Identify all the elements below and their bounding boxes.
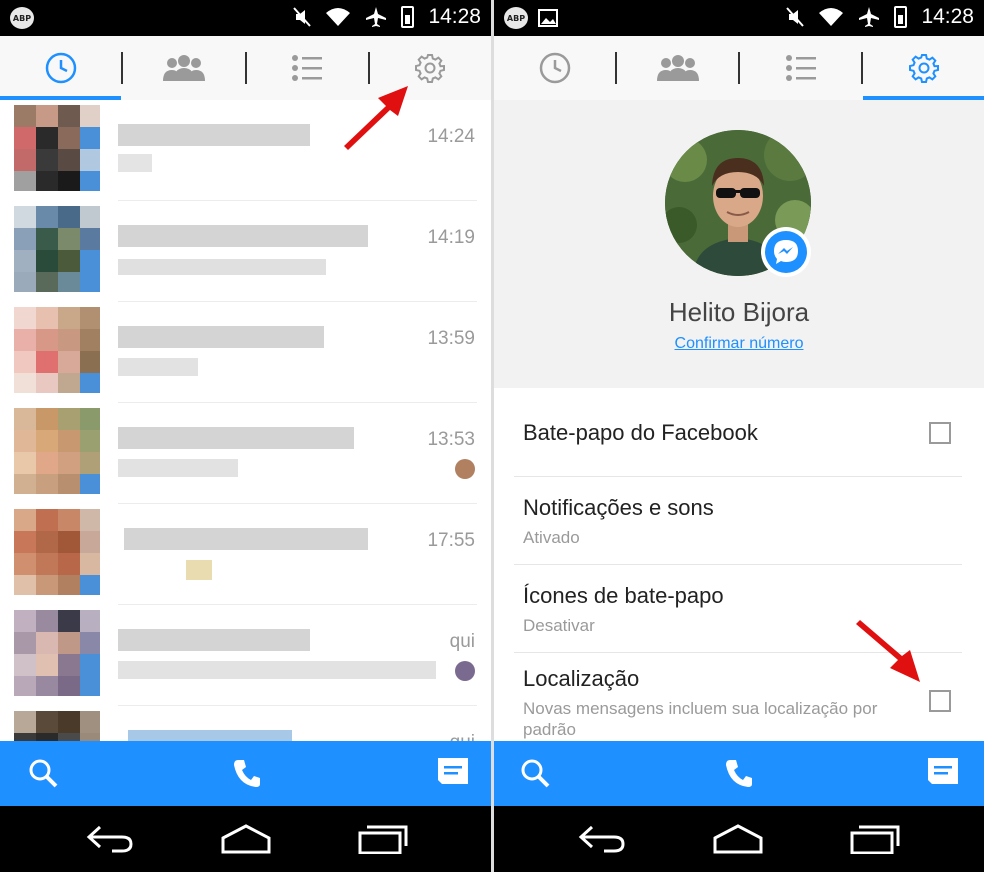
confirm-number-link[interactable]: Confirmar número — [494, 335, 984, 353]
messenger-icon — [774, 240, 798, 264]
settings-list: Bate-papo do Facebook Notificações e son… — [494, 388, 984, 741]
adblock-icon: ABP — [10, 7, 34, 29]
facebook-chat-checkbox[interactable] — [929, 422, 951, 444]
tab-recent[interactable] — [0, 36, 122, 100]
avatar — [14, 509, 100, 595]
conversation-time: qui — [449, 631, 475, 652]
conversation-row[interactable]: 14:19 — [0, 201, 491, 302]
home-icon[interactable] — [220, 824, 272, 854]
system-nav-bar — [494, 806, 984, 872]
bottom-action-bar — [0, 741, 491, 806]
avatar — [14, 711, 100, 741]
conversation-row[interactable]: qui — [0, 605, 491, 706]
status-bar: ABP 14:28 — [0, 0, 491, 36]
phone-icon[interactable] — [725, 758, 753, 788]
conversation-list[interactable]: 14:24 14:19 13:59 13:53 17:55 qui — [0, 100, 491, 741]
conversation-row[interactable]: qui — [0, 706, 491, 741]
system-nav-bar — [0, 806, 491, 872]
setting-facebook-chat[interactable]: Bate-papo do Facebook — [523, 420, 955, 446]
conversation-row[interactable]: 14:24 — [0, 100, 491, 201]
tab-bar — [494, 36, 984, 100]
conversation-time: 14:24 — [427, 126, 475, 147]
mute-icon — [293, 7, 312, 27]
clock-icon — [45, 52, 76, 84]
seen-avatar — [455, 459, 475, 479]
seen-avatar — [455, 661, 475, 681]
conversation-time: 13:53 — [427, 429, 475, 450]
red-arrow-annotation — [856, 620, 920, 682]
tab-recent[interactable] — [494, 36, 615, 100]
people-icon — [656, 55, 699, 81]
conversation-time: 13:59 — [427, 328, 475, 349]
setting-location[interactable]: Localização Novas mensagens incluem sua … — [523, 666, 884, 740]
people-icon — [162, 55, 205, 81]
setting-title: Localização — [523, 666, 640, 691]
location-checkbox[interactable] — [929, 690, 951, 712]
setting-title: Ícones de bate-papo — [523, 583, 724, 608]
status-bar: ABP 14:28 — [494, 0, 984, 36]
tab-people[interactable] — [740, 36, 861, 100]
avatar — [14, 307, 100, 393]
conversation-row[interactable]: 17:55 — [0, 504, 491, 605]
setting-subtitle: Ativado — [523, 528, 580, 547]
conversation-time: qui — [450, 732, 475, 741]
avatar — [14, 610, 100, 696]
conversation-row[interactable]: 13:59 — [0, 302, 491, 403]
left-screen: ABP 14:28 14:24 14:19 13:59 13:53 17:55 … — [0, 0, 491, 872]
right-screen: ABP 14:28 Helito Bijora Confirmar número… — [494, 0, 984, 872]
tab-groups[interactable] — [617, 36, 738, 100]
list-icon — [292, 55, 323, 81]
recents-icon[interactable] — [849, 824, 901, 854]
airplane-icon — [366, 7, 387, 27]
wifi-icon — [326, 8, 351, 26]
red-arrow-annotation — [344, 86, 408, 150]
recents-icon[interactable] — [357, 824, 409, 854]
mute-icon — [786, 7, 805, 27]
image-icon — [538, 9, 558, 27]
conversation-time: 14:19 — [427, 227, 475, 248]
home-icon[interactable] — [712, 824, 764, 854]
gear-icon — [908, 54, 939, 83]
battery-icon — [894, 6, 908, 28]
airplane-icon — [859, 7, 880, 27]
setting-title: Notificações e sons — [523, 495, 714, 520]
messenger-badge — [761, 227, 811, 277]
avatar — [14, 105, 100, 191]
avatar — [14, 408, 100, 494]
setting-notifications[interactable]: Notificações e sons Ativado — [523, 495, 955, 548]
adblock-icon: ABP — [504, 7, 528, 29]
back-icon[interactable] — [578, 824, 626, 854]
conversation-row[interactable]: 13:53 — [0, 403, 491, 504]
conversation-time: 17:55 — [427, 530, 475, 551]
profile-name: Helito Bijora — [668, 297, 810, 327]
setting-subtitle: Novas mensagens incluem sua localização … — [523, 699, 878, 739]
tab-bar — [0, 36, 491, 100]
tab-settings[interactable] — [863, 36, 984, 100]
bottom-action-bar — [494, 741, 984, 806]
tab-groups[interactable] — [123, 36, 244, 100]
compose-icon[interactable] — [928, 758, 958, 784]
setting-title: Bate-papo do Facebook — [523, 420, 758, 445]
profile-header: Helito Bijora Confirmar número — [494, 100, 984, 388]
status-time: 14:28 — [428, 5, 481, 28]
clock-icon — [539, 52, 570, 84]
avatar — [14, 206, 100, 292]
search-icon[interactable] — [28, 758, 58, 788]
back-icon[interactable] — [86, 824, 134, 854]
compose-icon[interactable] — [438, 758, 468, 784]
list-icon — [785, 55, 816, 81]
gear-icon — [415, 54, 446, 83]
battery-icon — [401, 6, 415, 28]
search-icon[interactable] — [520, 758, 550, 788]
wifi-icon — [819, 8, 844, 26]
phone-icon[interactable] — [233, 758, 261, 788]
status-time: 14:28 — [921, 5, 974, 28]
